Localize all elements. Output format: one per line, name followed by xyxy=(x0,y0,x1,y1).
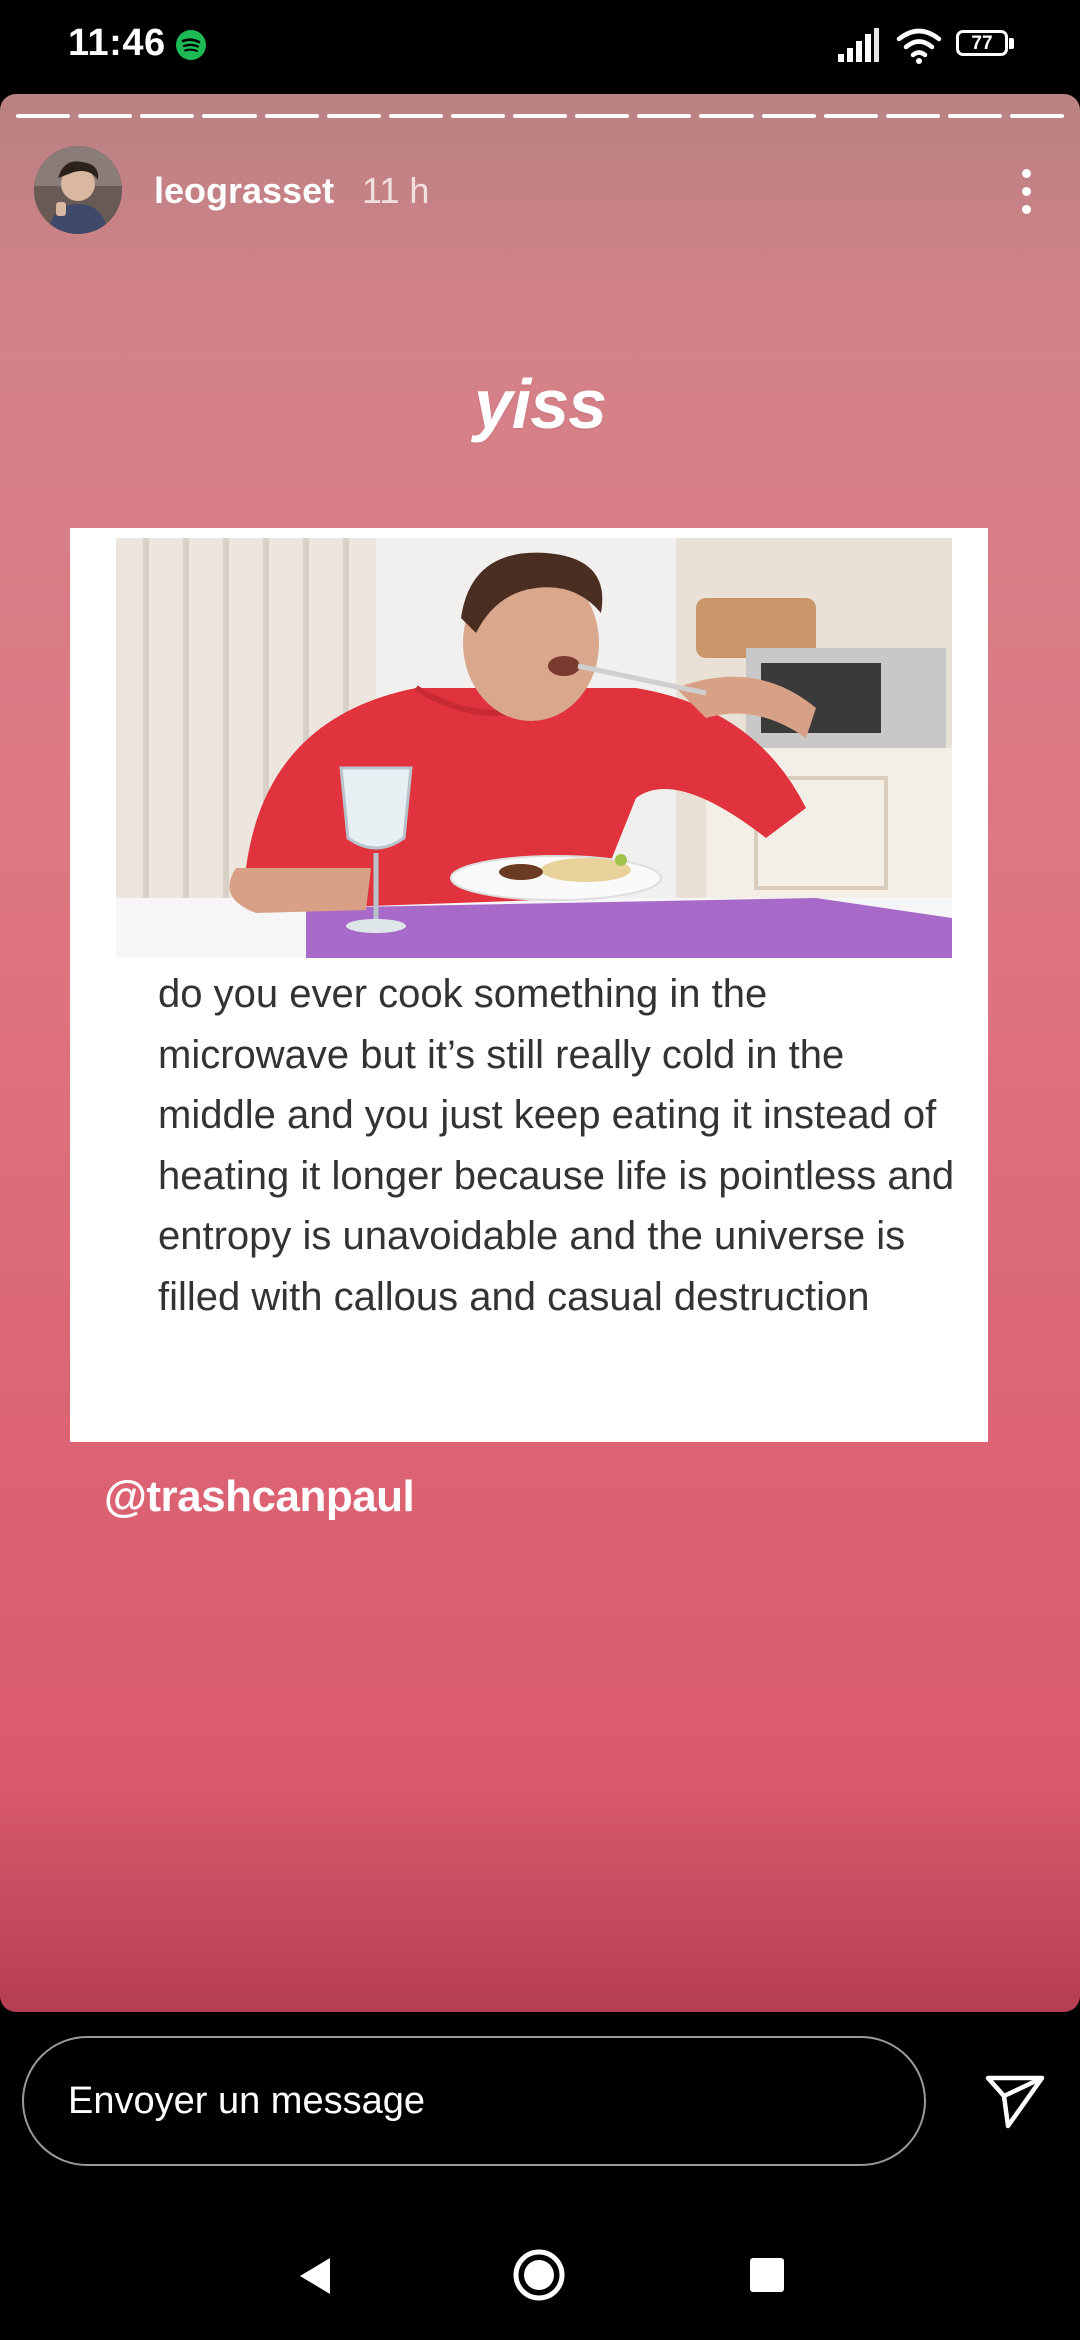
progress-segment xyxy=(450,114,505,118)
progress-segment xyxy=(885,114,940,118)
progress-segment xyxy=(637,114,692,118)
mention-sticker[interactable]: @trashcanpaul xyxy=(104,1472,415,1522)
navigation-bar xyxy=(0,2212,1080,2340)
progress-segment xyxy=(761,114,816,118)
reply-bar xyxy=(0,2012,1080,2212)
recents-icon[interactable] xyxy=(750,2258,784,2292)
spotify-icon xyxy=(176,30,206,60)
progress-segment xyxy=(513,114,568,118)
meme-photo xyxy=(116,538,952,958)
send-icon[interactable] xyxy=(984,2072,1046,2130)
story-timestamp: 11 h xyxy=(362,170,430,211)
progress-segment xyxy=(78,114,133,118)
status-time: 11:46 xyxy=(68,22,166,64)
story-progress-bar xyxy=(16,114,1065,120)
battery-icon: 77 xyxy=(956,30,1016,60)
progress-segment xyxy=(823,114,878,118)
progress-segment xyxy=(140,114,195,118)
progress-segment xyxy=(947,114,1002,118)
progress-segment xyxy=(575,114,630,118)
progress-segment xyxy=(264,114,319,118)
message-input[interactable] xyxy=(22,2036,926,2166)
wifi-icon xyxy=(896,28,942,64)
progress-segment xyxy=(699,114,754,118)
home-icon[interactable] xyxy=(512,2248,566,2302)
meme-text: do you ever cook something in the microw… xyxy=(158,972,955,1319)
status-bar: 11:46 77 xyxy=(0,0,1080,94)
more-options-icon[interactable] xyxy=(1006,156,1046,226)
story-viewer[interactable]: leograsset 11 h yiss do you ever cook so… xyxy=(0,94,1080,2012)
avatar[interactable] xyxy=(34,146,122,234)
progress-segment xyxy=(202,114,257,118)
progress-segment xyxy=(388,114,443,118)
back-icon[interactable] xyxy=(296,2256,334,2296)
progress-segment xyxy=(326,114,381,118)
progress-segment xyxy=(16,114,71,118)
battery-level: 77 xyxy=(956,30,1008,56)
story-username[interactable]: leograsset xyxy=(154,170,334,212)
meme-image: do you ever cook something in the microw… xyxy=(70,528,988,1442)
signal-icon xyxy=(838,28,879,62)
story-header: leograsset 11 h xyxy=(34,146,1046,238)
progress-segment xyxy=(1010,114,1065,118)
story-caption: yiss xyxy=(473,365,607,443)
